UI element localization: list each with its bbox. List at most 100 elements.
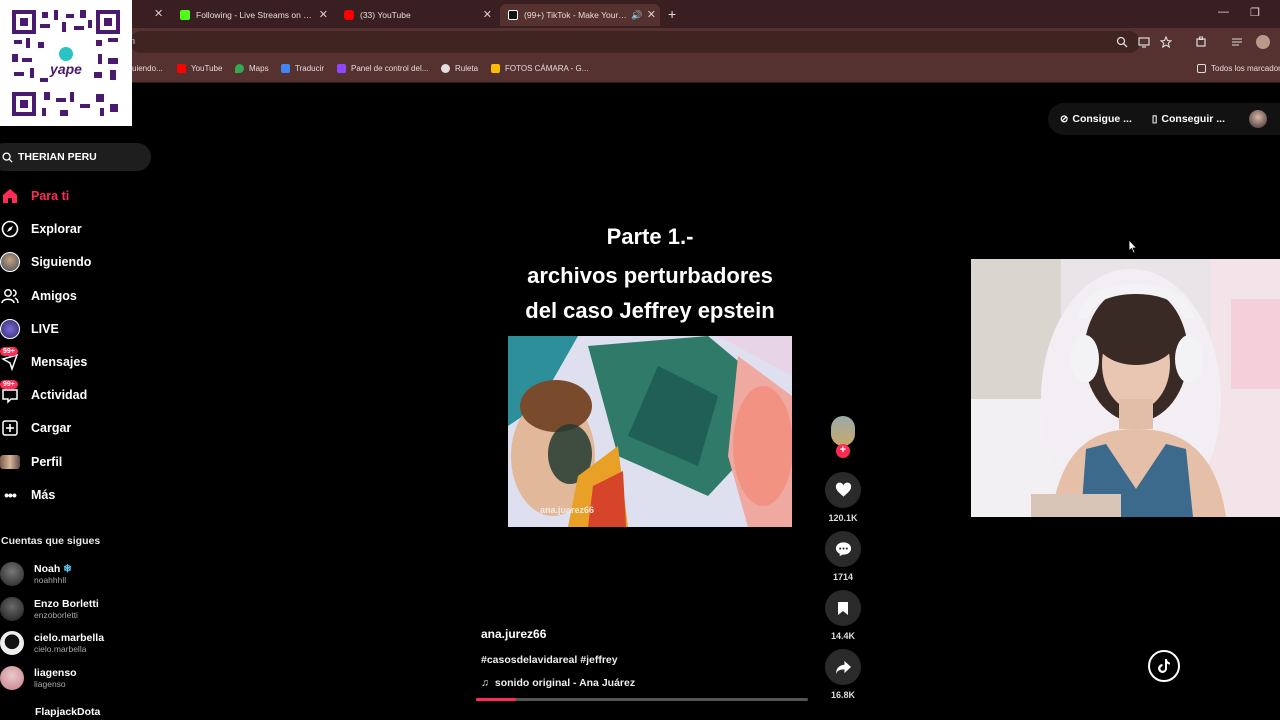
tiktok-logo-button[interactable] <box>1148 650 1180 682</box>
search-text: THERIAN PERU <box>18 151 97 163</box>
comment-icon <box>835 542 851 557</box>
bookmark-label: Panel de control del... <box>351 64 429 73</box>
tab-close-icon[interactable]: ✕ <box>319 8 328 21</box>
tab-close-icon[interactable]: ✕ <box>483 8 492 21</box>
get-app-button[interactable]: ▯ Conseguir ... <box>1152 113 1225 125</box>
tab-kick[interactable]: Following - Live Streams on Kick ✕ <box>172 4 332 26</box>
nav-explorar[interactable]: Explorar <box>0 217 82 241</box>
video-player[interactable] <box>508 336 792 527</box>
webcam-overlay <box>971 259 1280 517</box>
bookmark-item[interactable]: YouTube <box>177 64 222 73</box>
video-frame-image <box>508 336 792 527</box>
nav-actividad[interactable]: 99+ Actividad <box>0 380 88 407</box>
nav-label: Mensajes <box>31 355 88 369</box>
get-coins-button[interactable]: ⊘ Consigue ... <box>1060 113 1132 125</box>
bookmark-item[interactable]: Traducir <box>281 64 324 73</box>
bookmark-item[interactable]: uiendo... <box>132 64 163 73</box>
bookmark-item[interactable]: FOTOS CÁMARA - G... <box>491 64 588 73</box>
nav-label: Cargar <box>31 421 72 435</box>
account-username: enzoborletti <box>34 610 78 620</box>
avatar <box>0 666 24 690</box>
all-bookmarks[interactable]: Todos los marcadores <box>1197 64 1280 73</box>
webcam-image <box>971 259 1280 517</box>
extensions-icon[interactable] <box>1195 36 1207 48</box>
nav-label: Para ti <box>31 189 70 203</box>
more-icon: ••• <box>4 487 17 503</box>
menu-list-icon[interactable] <box>1231 36 1243 48</box>
followed-account[interactable]: cielo.marbella cielo.marbella <box>0 629 104 657</box>
follow-plus-button[interactable]: + <box>836 444 850 458</box>
nav-cargar[interactable]: Cargar <box>0 416 71 440</box>
save-button[interactable] <box>825 590 861 626</box>
creator-avatar[interactable] <box>831 416 855 446</box>
star-icon[interactable] <box>1160 36 1172 48</box>
bookmark-item[interactable]: Panel de control del... <box>337 64 428 73</box>
bookmark-label: FOTOS CÁMARA - G... <box>505 64 589 73</box>
tab-title: (99+) TikTok - Make Your Day <box>524 10 628 20</box>
nav-mas[interactable]: ••• Más <box>0 483 55 507</box>
zoom-icon[interactable] <box>1116 36 1128 48</box>
browser-tab-strip: ✕ Following - Live Streams on Kick ✕ (33… <box>0 0 1280 28</box>
account-name: cielo.marbella <box>34 632 105 644</box>
video-music[interactable]: ♫ sonido original - Ana Juárez <box>481 677 635 689</box>
new-tab-button[interactable]: + <box>668 6 676 22</box>
bookmark-label: Traducir <box>295 64 325 73</box>
nav-amigos[interactable]: Amigos <box>0 284 77 308</box>
account-name: FlapjackDota <box>35 706 101 718</box>
following-accounts-title: Cuentas que sigues <box>1 535 101 547</box>
tab-tiktok[interactable]: (99+) TikTok - Make Your Day 🔊 ✕ <box>500 4 660 26</box>
video-hashtags[interactable]: #casosdelavidareal #jeffrey <box>481 654 618 666</box>
nav-label: Perfil <box>31 455 63 469</box>
like-count: 120.1K <box>828 513 858 523</box>
nav-live[interactable]: LIVE <box>0 317 59 341</box>
cast-icon[interactable] <box>1138 36 1150 48</box>
share-button[interactable] <box>825 649 861 685</box>
video-progress-bar[interactable] <box>476 698 808 701</box>
minimize-icon[interactable]: — <box>1218 6 1229 18</box>
youtube-icon <box>177 64 186 73</box>
nav-para-ti[interactable]: Para ti <box>0 184 69 208</box>
drive-icon <box>491 64 500 73</box>
account-name: Noah <box>34 563 61 575</box>
notification-badge: 99+ <box>0 347 18 356</box>
speaker-icon[interactable]: 🔊 <box>631 10 642 21</box>
nav-label: Actividad <box>31 388 88 402</box>
nav-perfil[interactable]: Perfil <box>0 450 62 474</box>
bookmark-label: YouTube <box>191 64 223 73</box>
followed-account[interactable]: Enzo Borletti enzoborletti <box>0 595 99 623</box>
share-count: 16.8K <box>830 690 856 700</box>
bookmark-item[interactable]: Ruleta <box>441 64 478 73</box>
tab-close-icon[interactable]: ✕ <box>647 8 656 21</box>
profile-avatar[interactable] <box>1256 35 1270 49</box>
tab-youtube[interactable]: (33) YouTube ✕ <box>336 4 496 26</box>
tiktok-icon <box>508 10 518 20</box>
mouse-cursor-icon <box>1128 239 1138 254</box>
tab-title: Following - Live Streams on Kick <box>196 10 314 20</box>
video-title-line1: Parte 1.- <box>606 224 694 249</box>
search-input[interactable]: THERIAN PERU <box>0 143 151 171</box>
bookmark-label: Ruleta <box>455 64 479 73</box>
all-bookmarks-label: Todos los marcadores <box>1211 64 1280 73</box>
nav-mensajes[interactable]: 99+ Mensajes <box>0 347 88 374</box>
nav-siguiendo[interactable]: Siguiendo <box>0 250 91 274</box>
video-watermark: ana.juarez66 <box>540 505 595 515</box>
user-avatar[interactable] <box>1249 110 1268 128</box>
video-author[interactable]: ana.jurez66 <box>481 627 546 641</box>
account-username: liagenso <box>34 679 66 689</box>
like-button[interactable] <box>825 472 861 508</box>
upload-icon <box>0 418 20 438</box>
friends-icon <box>0 286 20 306</box>
compass-icon <box>0 219 20 239</box>
tiktok-icon <box>1158 659 1170 673</box>
restore-icon[interactable]: ❐ <box>1250 6 1260 19</box>
address-input[interactable]: n <box>130 31 1140 53</box>
tab-close-icon[interactable]: ✕ <box>154 7 163 20</box>
followed-account[interactable]: Noah ❄ noahhhll <box>0 560 72 588</box>
coin-icon: ⊘ <box>1060 113 1069 125</box>
comment-button[interactable] <box>825 531 861 567</box>
translate-icon <box>281 64 290 73</box>
followed-account[interactable]: FlapjackDota <box>35 698 100 720</box>
bookmark-item[interactable]: Maps <box>235 64 269 73</box>
followed-account[interactable]: liagenso liagenso <box>0 664 77 692</box>
youtube-icon <box>344 10 354 20</box>
